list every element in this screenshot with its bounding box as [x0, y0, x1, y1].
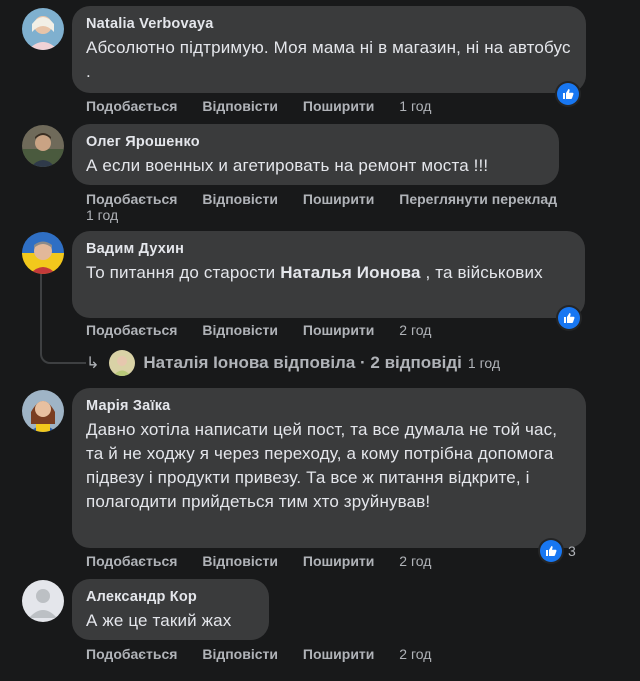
- replies-summary[interactable]: Наталія Іонова відповіла · 2 відповіді: [143, 353, 461, 373]
- mention-link[interactable]: Наталья Ионова: [280, 263, 420, 282]
- share-button[interactable]: Поширити: [303, 98, 375, 114]
- reaction-summary[interactable]: 3: [540, 540, 576, 562]
- comment-text: Абсолютно підтримую. Моя мама ні в магаз…: [86, 38, 571, 81]
- comment-time[interactable]: 2 год: [399, 646, 431, 662]
- comment-time[interactable]: 1 год: [86, 207, 118, 223]
- comment-text: А если военных и агетировать на ремонт м…: [86, 156, 489, 175]
- comment-text: Давно хотіла написати цей пост, та все д…: [86, 420, 558, 511]
- like-icon: [557, 83, 579, 105]
- avatar[interactable]: [22, 390, 64, 432]
- see-translation-button[interactable]: Переглянути переклад: [399, 191, 557, 207]
- view-replies-link[interactable]: ↳ Наталія Іонова відповіла · 2 відповіді…: [86, 350, 500, 376]
- share-button[interactable]: Поширити: [303, 553, 375, 569]
- replies-time[interactable]: 1 год: [468, 355, 500, 371]
- comment-bubble: Олег Ярошенко А если военных и агетирова…: [72, 124, 559, 185]
- like-button[interactable]: Подобається: [86, 553, 177, 569]
- like-button[interactable]: Подобається: [86, 322, 177, 338]
- reaction-summary[interactable]: [558, 307, 580, 329]
- like-button[interactable]: Подобається: [86, 191, 177, 207]
- reply-button[interactable]: Відповісти: [202, 98, 278, 114]
- comment-author[interactable]: Александр Кор: [86, 588, 255, 606]
- comment-time[interactable]: 2 год: [399, 553, 431, 569]
- comment-time[interactable]: 2 год: [399, 322, 431, 338]
- reaction-count: 3: [568, 543, 576, 559]
- comment-text: То питання до старости Наталья Ионова , …: [86, 261, 571, 285]
- comment-author[interactable]: Вадим Духин: [86, 240, 571, 258]
- comment-bubble: Марія Заїка Давно хотіла написати цей по…: [72, 388, 586, 548]
- comment-actions: Подобається Відповісти Поширити 1 год: [86, 98, 431, 114]
- comment-bubble: Александр Кор А же це такий жах: [72, 579, 269, 640]
- comment-text: А же це такий жах: [86, 611, 232, 630]
- like-icon: [540, 540, 562, 562]
- comment-author[interactable]: Natalia Verbovaya: [86, 15, 572, 33]
- comment-actions: Подобається Відповісти Поширити Переглян…: [86, 191, 557, 207]
- like-icon: [558, 307, 580, 329]
- share-button[interactable]: Поширити: [303, 646, 375, 662]
- comment-text-part: , та військових: [420, 263, 543, 282]
- comment-author[interactable]: Марія Заїка: [86, 397, 572, 415]
- comment-actions: Подобається Відповісти Поширити 2 год: [86, 553, 431, 569]
- comment-bubble: Вадим Духин То питання до старости Натал…: [72, 231, 585, 318]
- avatar[interactable]: [22, 125, 64, 167]
- comment-actions: Подобається Відповісти Поширити 2 год: [86, 322, 431, 338]
- avatar[interactable]: [22, 580, 64, 622]
- avatar[interactable]: [22, 8, 64, 50]
- reply-button[interactable]: Відповісти: [202, 553, 278, 569]
- comments-section: Natalia Verbovaya Абсолютно підтримую. М…: [0, 0, 640, 681]
- share-button[interactable]: Поширити: [303, 191, 375, 207]
- reply-arrow-icon: ↳: [86, 355, 100, 372]
- avatar: [109, 350, 136, 376]
- like-button[interactable]: Подобається: [86, 646, 177, 662]
- reply-button[interactable]: Відповісти: [202, 646, 278, 662]
- like-button[interactable]: Подобається: [86, 98, 177, 114]
- comment-actions: Подобається Відповісти Поширити 2 год: [86, 646, 431, 662]
- comment-time[interactable]: 1 год: [399, 98, 431, 114]
- avatar[interactable]: [22, 232, 64, 274]
- reaction-summary[interactable]: [557, 83, 579, 105]
- thread-connector: [40, 274, 86, 364]
- reply-button[interactable]: Відповісти: [202, 322, 278, 338]
- reply-button[interactable]: Відповісти: [202, 191, 278, 207]
- comment-bubble: Natalia Verbovaya Абсолютно підтримую. М…: [72, 6, 586, 93]
- comment-text-part: То питання до старости: [86, 263, 281, 282]
- share-button[interactable]: Поширити: [303, 322, 375, 338]
- comment-author[interactable]: Олег Ярошенко: [86, 133, 545, 151]
